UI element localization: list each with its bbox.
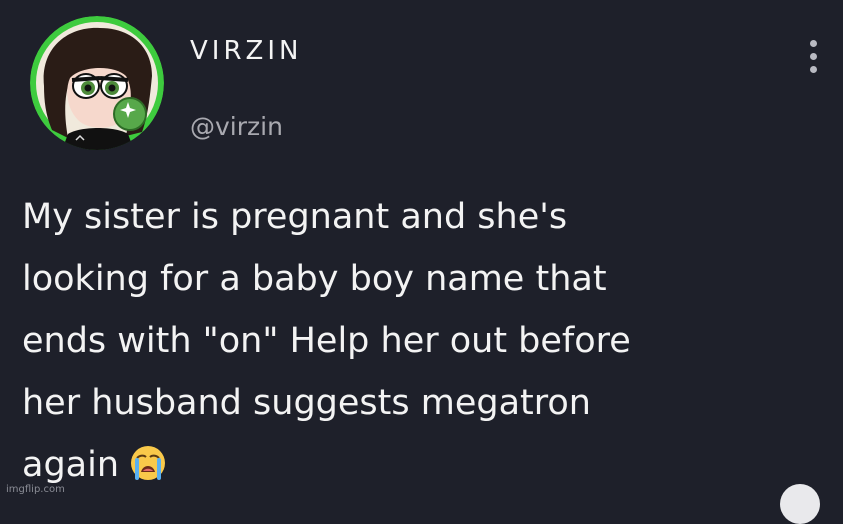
post-text-line: My sister is pregnant and she's xyxy=(22,197,568,237)
tweet-card: VIRZIN @virzin My sister is pregnant and… xyxy=(0,0,843,524)
post-text-line: again xyxy=(22,445,120,485)
display-name[interactable]: VIRZIN xyxy=(190,36,302,66)
crying-face-icon xyxy=(129,440,167,480)
corner-button-partial[interactable] xyxy=(780,484,820,524)
post-text-line: ends with "on" Help her out before xyxy=(22,321,631,361)
post-text-line-last: again xyxy=(22,434,822,496)
user-handle[interactable]: @virzin xyxy=(190,112,283,141)
menu-dot xyxy=(810,40,817,47)
avatar-image xyxy=(30,16,164,150)
avatar[interactable] xyxy=(30,16,164,150)
menu-dot xyxy=(810,66,817,73)
post-text-line: her husband suggests megatron xyxy=(22,383,591,423)
watermark: imgflip.com xyxy=(6,484,65,495)
post-text-line: looking for a baby boy name that xyxy=(22,259,607,299)
more-vertical-icon[interactable] xyxy=(805,40,823,74)
post-text: My sister is pregnant and she's looking … xyxy=(22,186,822,496)
menu-dot xyxy=(810,53,817,60)
